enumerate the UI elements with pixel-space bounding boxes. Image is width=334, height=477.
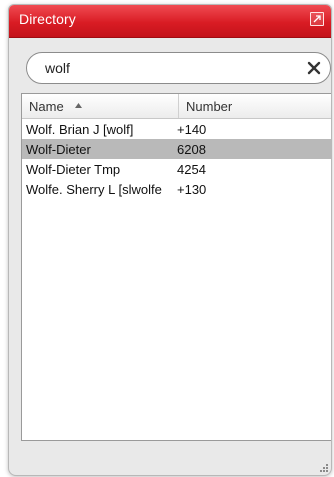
row-number: +130 [177,182,207,197]
clear-search-button[interactable] [306,60,322,76]
title-bar[interactable]: Directory [9,5,331,38]
results-list: Name Number Wolf. Brian J [wolf] +140 Wo… [21,93,331,441]
list-header: Name Number [22,94,331,119]
column-header-name-label: Name [29,99,64,114]
row-name: Wolfe. Sherry L [slwolfe [26,182,162,197]
row-number: 4254 [177,162,206,177]
search-input[interactable] [45,58,295,78]
row-number: +140 [177,122,207,137]
table-row[interactable]: Wolfe. Sherry L [slwolfe +130 [22,179,331,199]
row-name: Wolf. Brian J [wolf] [26,122,134,137]
row-number: 6208 [177,142,206,157]
rows-container: Wolf. Brian J [wolf] +140 Wolf-Dieter 62… [22,119,331,199]
table-row-selected[interactable]: Wolf-Dieter 6208 [22,139,331,159]
maximize-icon [313,15,321,23]
table-row[interactable]: Wolf. Brian J [wolf] +140 [22,119,331,139]
directory-window: Directory Name Number [8,4,332,476]
maximize-button[interactable] [310,12,324,26]
sort-ascending-icon [75,103,82,108]
column-header-name[interactable]: Name [22,94,179,118]
column-header-number[interactable]: Number [179,94,331,118]
resize-grip-icon[interactable] [320,464,328,472]
window-footer [9,449,331,475]
search-box[interactable] [26,52,331,84]
row-name: Wolf-Dieter Tmp [26,162,121,177]
row-name: Wolf-Dieter [26,142,91,157]
column-header-number-label: Number [186,99,233,114]
window-title: Directory [19,11,76,27]
close-icon [307,61,321,75]
table-row[interactable]: Wolf-Dieter Tmp 4254 [22,159,331,179]
